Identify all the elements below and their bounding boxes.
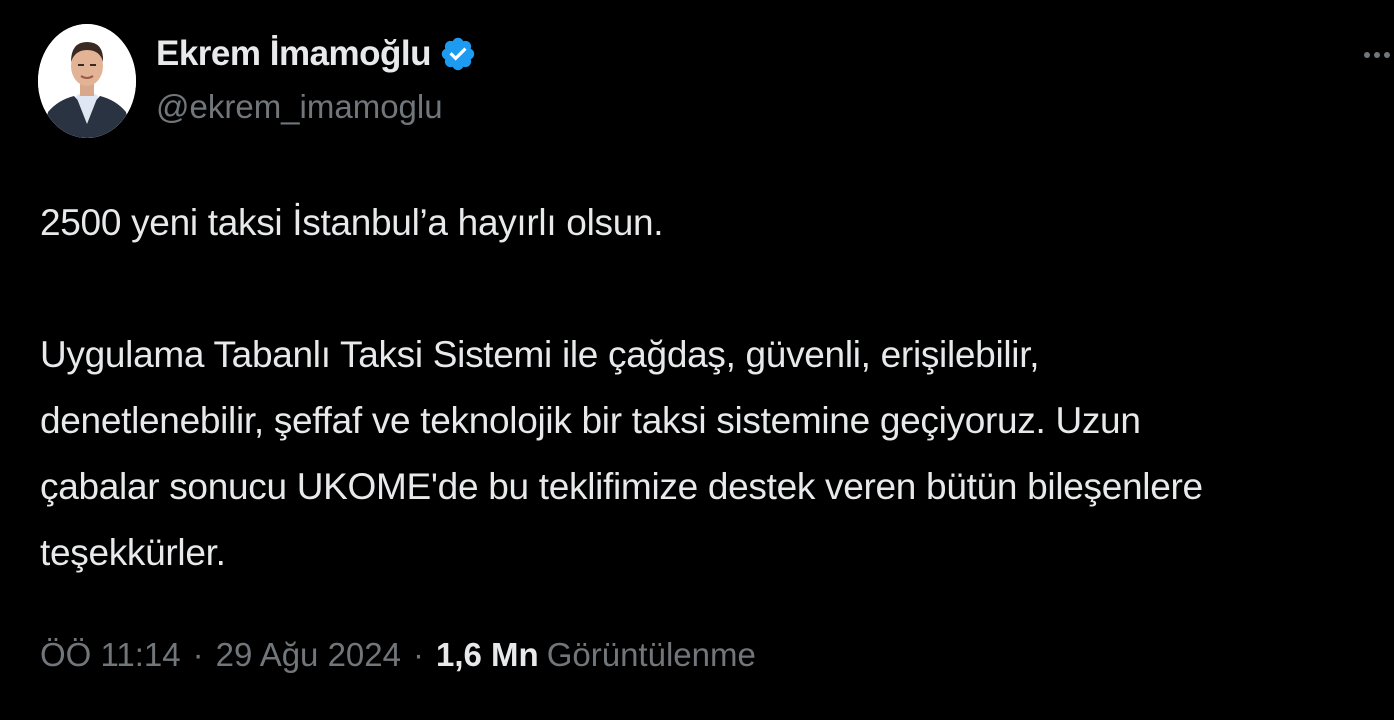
views-count[interactable]: 1,6 Mn (436, 636, 539, 674)
author-display-name[interactable]: Ekrem İmamoğlu (156, 34, 432, 74)
meta-separator: · (192, 636, 204, 673)
tweet-card: Ekrem İmamoğlu @ekrem_imamoglu 2500 yeni… (0, 0, 1394, 720)
views-label: Görüntülenme (546, 636, 756, 673)
author-name-row: Ekrem İmamoğlu (156, 30, 477, 78)
avatar-photo (38, 24, 136, 138)
verified-badge-icon[interactable] (439, 35, 477, 73)
tweet-text-paragraph-1: 2500 yeni taksi İstanbul’a hayırlı olsun… (40, 202, 664, 243)
tweet-text: 2500 yeni taksi İstanbul’a hayırlı olsun… (40, 190, 1394, 586)
tweet-text-paragraph-2: Uygulama Tabanlı Taksi Sistemi ile çağda… (40, 322, 1394, 586)
author-handle[interactable]: @ekrem_imamoglu (156, 88, 477, 126)
tweet-date[interactable]: 29 Ağu 2024 (216, 636, 401, 674)
avatar[interactable] (38, 24, 136, 138)
more-icon[interactable] (1356, 40, 1394, 70)
author-block: Ekrem İmamoğlu @ekrem_imamoglu (156, 30, 477, 126)
tweet-text-line: çabalar sonucu UKOME'de bu teklifimize d… (40, 466, 1203, 507)
tweet-text-line: denetlenebilir, şeffaf ve teknolojik bir… (40, 400, 1141, 441)
tweet-text-line: Uygulama Tabanlı Taksi Sistemi ile çağda… (40, 334, 1040, 375)
tweet-time[interactable]: ÖÖ 11:14 (40, 636, 181, 674)
meta-separator: · (413, 636, 424, 673)
tweet-text-line: teşekkürler. (40, 532, 226, 573)
tweet-meta: ÖÖ 11:14 · 29 Ağu 2024 · 1,6 Mn Görüntül… (40, 636, 756, 674)
